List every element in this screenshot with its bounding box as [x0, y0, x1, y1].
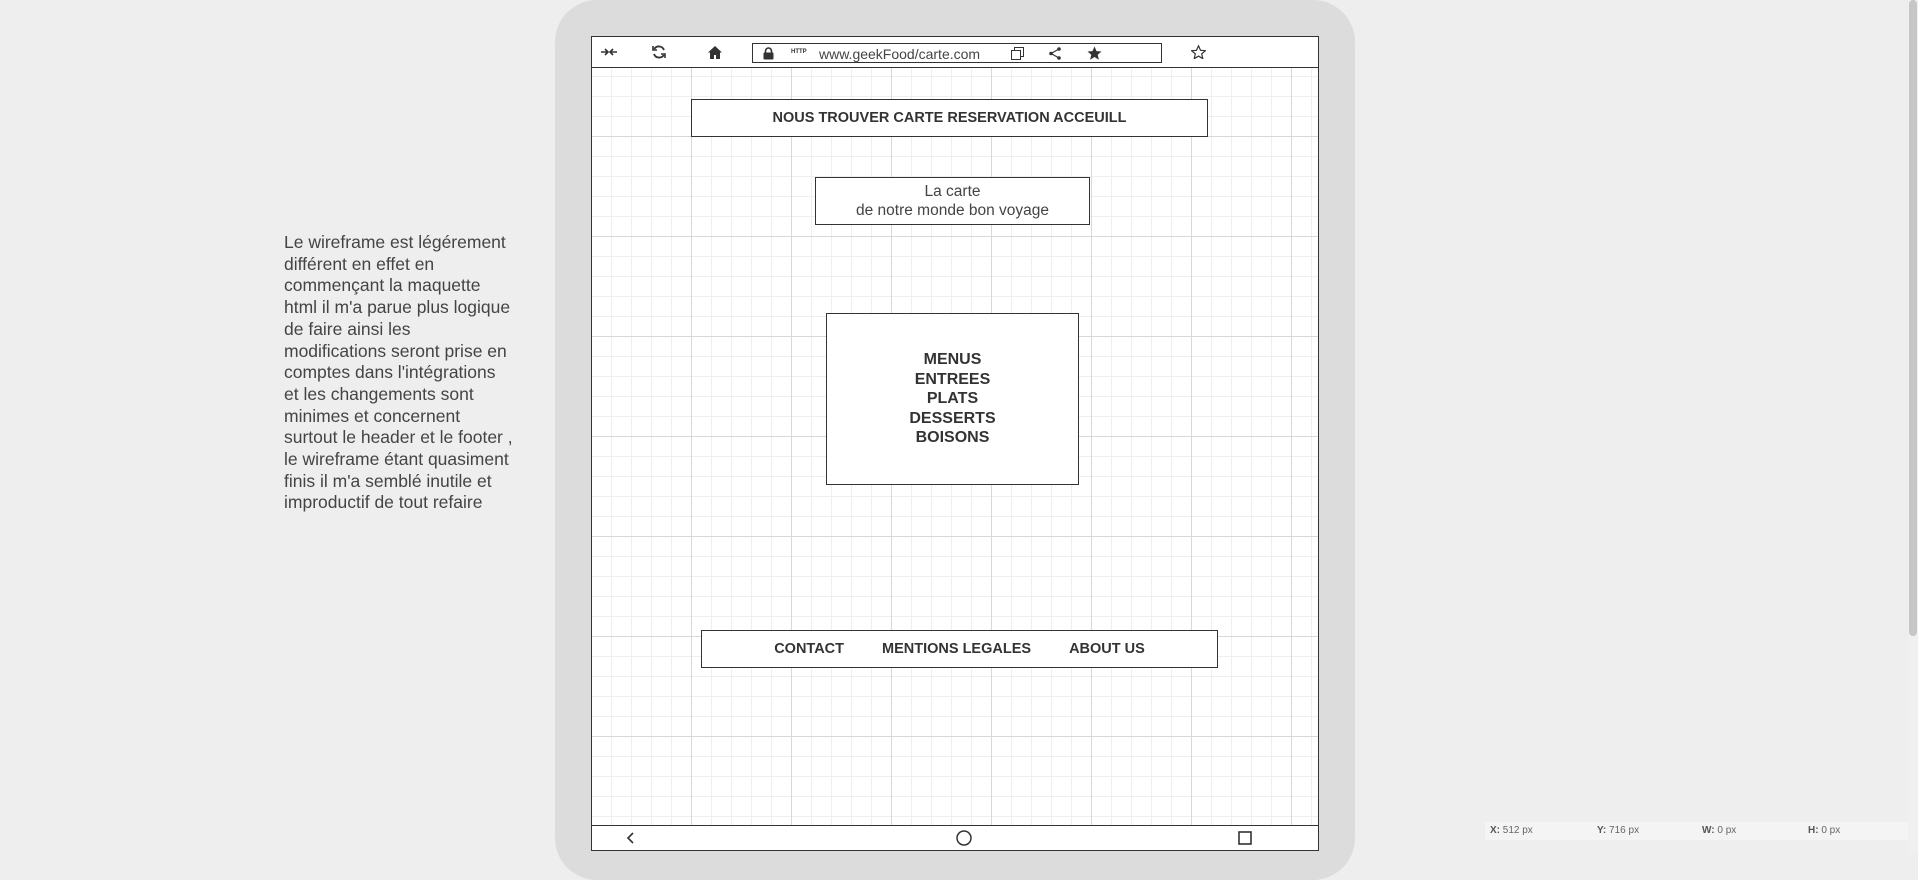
menu-item-boisons[interactable]: BOISONS	[916, 428, 990, 448]
wireframe-note: Le wireframe est légérement différent en…	[284, 232, 513, 513]
page-title: La carte	[924, 183, 981, 200]
home-icon[interactable]	[706, 43, 724, 61]
footer-link-about-us[interactable]: ABOUT US	[1069, 641, 1145, 657]
collapse-icon[interactable]	[600, 43, 618, 61]
menu-item-entrees[interactable]: ENTREES	[915, 370, 991, 390]
footer-nav: CONTACT MENTIONS LEGALES ABOUT US	[701, 630, 1218, 668]
footer-link-mentions-legales[interactable]: MENTIONS LEGALES	[882, 641, 1031, 657]
back-icon[interactable]	[622, 829, 640, 847]
copy-icon[interactable]	[1008, 44, 1026, 62]
star-outline-icon[interactable]	[1189, 43, 1207, 61]
http-tag: HTTP	[791, 49, 807, 55]
page-subtitle: de notre monde bon voyage	[855, 202, 1050, 219]
vertical-scrollbar[interactable]	[1908, 0, 1918, 854]
android-nav-bar	[591, 825, 1319, 851]
refresh-icon[interactable]	[650, 43, 668, 61]
status-w: W: 0 px	[1702, 825, 1737, 836]
coordinates-status-bar: X: 512 px Y: 716 px W: 0 px H: 0 px	[1485, 822, 1918, 840]
star-filled-icon[interactable]	[1085, 44, 1103, 62]
status-y: Y: 716 px	[1597, 825, 1640, 836]
menu-item-plats[interactable]: PLATS	[927, 389, 978, 409]
scrollbar-thumb[interactable]	[1909, 0, 1917, 636]
recents-square-icon[interactable]	[1236, 829, 1254, 847]
lock-icon	[759, 44, 777, 62]
header-nav-text[interactable]: NOUS TROUVER CARTE RESERVATION ACCEUILL	[773, 110, 1127, 126]
footer-link-contact[interactable]: CONTACT	[774, 641, 844, 657]
status-h: H: 0 px	[1808, 825, 1841, 836]
browser-toolbar: HTTP www.geekFood/carte.com	[591, 36, 1319, 68]
header-nav[interactable]: NOUS TROUVER CARTE RESERVATION ACCEUILL	[691, 99, 1208, 137]
url-text[interactable]: www.geekFood/carte.com	[819, 46, 980, 62]
url-bar[interactable]: HTTP www.geekFood/carte.com	[752, 43, 1162, 63]
menu-categories: MENUS ENTREES PLATS DESSERTS BOISONS	[826, 313, 1079, 485]
menu-item-desserts[interactable]: DESSERTS	[909, 409, 995, 429]
share-icon[interactable]	[1046, 44, 1064, 62]
page-title-box: La carte de notre monde bon voyage	[815, 177, 1090, 225]
menu-item-menus[interactable]: MENUS	[924, 350, 982, 370]
status-x: X: 512 px	[1490, 825, 1533, 836]
home-circle-icon[interactable]	[955, 829, 973, 847]
